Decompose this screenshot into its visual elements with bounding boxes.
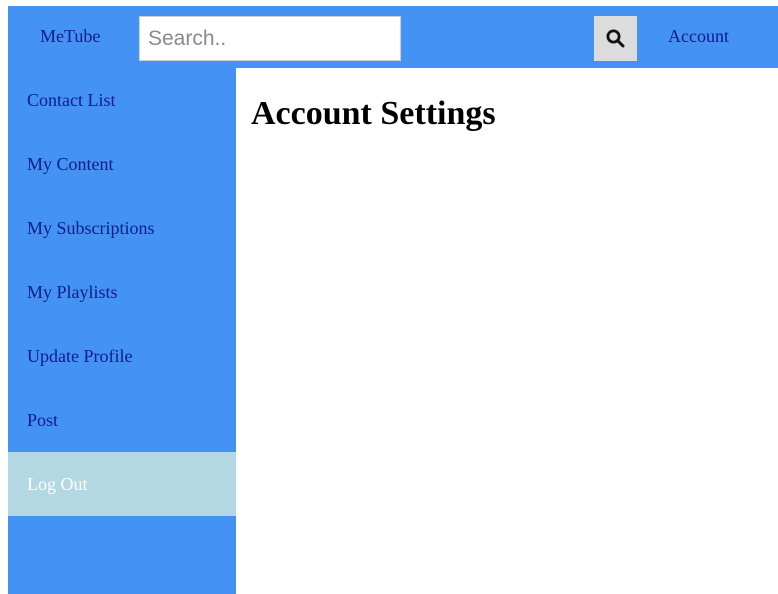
search-input[interactable] — [139, 16, 401, 61]
search-button[interactable] — [594, 16, 637, 61]
sidebar-item-my-subscriptions[interactable]: My Subscriptions — [8, 196, 236, 260]
sidebar: Contact List My Content My Subscriptions… — [8, 68, 236, 594]
top-nav-bar: MeTube Account — [8, 6, 778, 68]
sidebar-item-post[interactable]: Post — [8, 388, 236, 452]
sidebar-item-update-profile[interactable]: Update Profile — [8, 324, 236, 388]
sidebar-item-my-content[interactable]: My Content — [8, 132, 236, 196]
search-icon — [606, 29, 625, 48]
sidebar-item-my-playlists[interactable]: My Playlists — [8, 260, 236, 324]
brand-link[interactable]: MeTube — [40, 26, 100, 46]
main-content: Account Settings — [236, 68, 778, 594]
account-link[interactable]: Account — [668, 26, 729, 46]
page: MeTube Account Contact List My Content M… — [0, 0, 778, 594]
sidebar-item-log-out[interactable]: Log Out — [8, 452, 236, 516]
page-title: Account Settings — [251, 95, 496, 132]
sidebar-item-contact-list[interactable]: Contact List — [8, 68, 236, 132]
